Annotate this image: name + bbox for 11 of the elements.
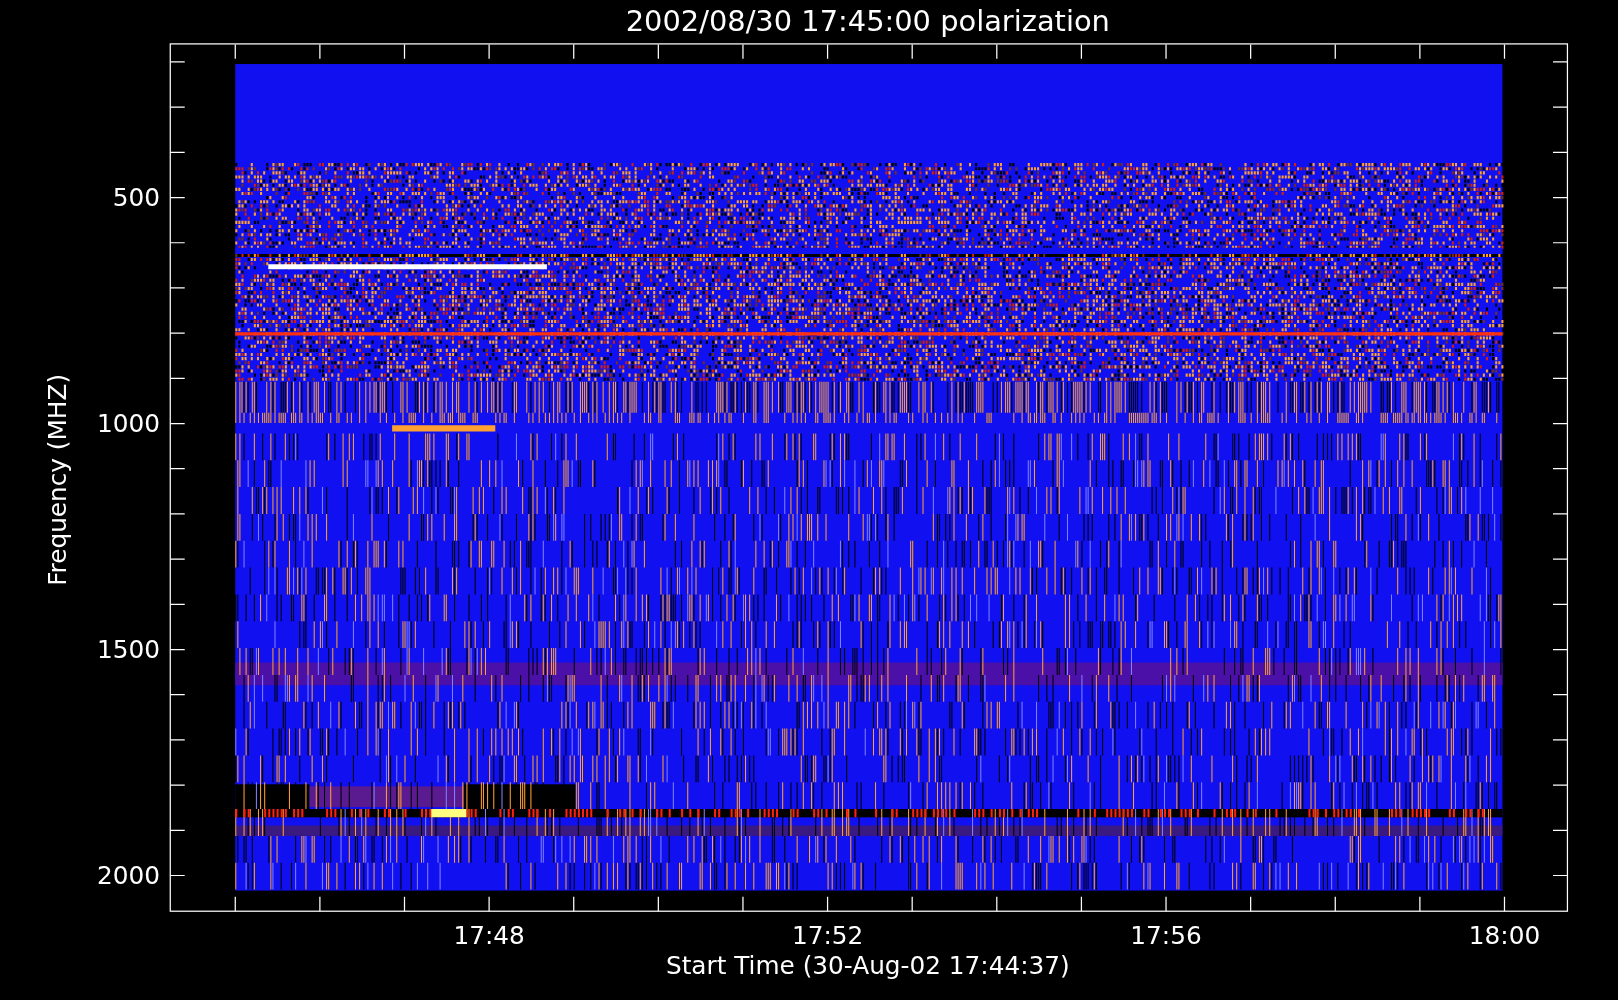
y-tick-label: 1000 bbox=[96, 409, 160, 439]
y-tick-label: 1500 bbox=[96, 635, 160, 665]
x-axis-label: Start Time (30-Aug-02 17:44:37) bbox=[665, 951, 1070, 981]
x-tick-label: 17:56 bbox=[1130, 921, 1202, 951]
chart-title: 2002/08/30 17:45:00 polarization bbox=[625, 4, 1110, 38]
x-tick-label: 17:48 bbox=[453, 921, 525, 951]
y-tick-label: 500 bbox=[112, 183, 160, 213]
y-axis-label: Frequency (MHZ) bbox=[43, 373, 73, 586]
y-tick-label: 2000 bbox=[96, 861, 160, 891]
x-tick-label: 17:52 bbox=[791, 921, 864, 951]
x-tick-label: 18:00 bbox=[1468, 921, 1541, 951]
